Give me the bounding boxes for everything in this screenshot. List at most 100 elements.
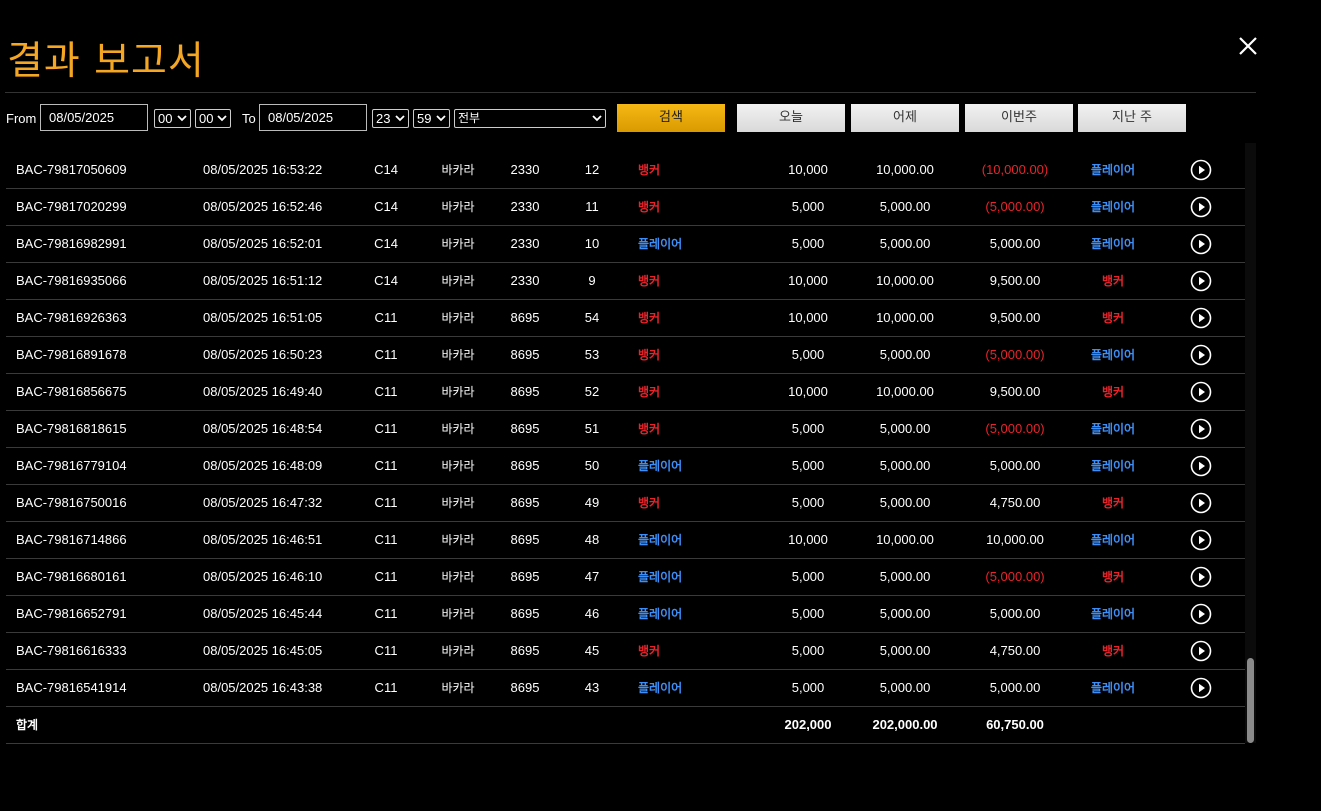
valid-bet: 5,000.00: [879, 421, 931, 436]
summary-win: 60,750.00: [986, 717, 1044, 732]
bet-amount: 10,000: [788, 273, 828, 288]
valid-bet: 10,000.00: [876, 384, 934, 399]
game-type-select[interactable]: 전부: [454, 109, 606, 128]
hand-number: 49: [584, 495, 600, 510]
to-date-input[interactable]: 08/05/2025: [259, 104, 367, 131]
valid-bet: 5,000.00: [879, 495, 931, 510]
play-replay-icon[interactable]: [1190, 677, 1212, 699]
play-replay-icon[interactable]: [1190, 381, 1212, 403]
win-loss: 9,500.00: [989, 273, 1041, 288]
bet-choice: 플레이어: [638, 459, 683, 473]
play-replay-icon[interactable]: [1190, 196, 1212, 218]
chevron-down-icon: [395, 115, 405, 122]
play-replay-icon[interactable]: [1190, 455, 1212, 477]
bet-id: BAC-79816616333: [16, 643, 127, 658]
table-row: BAC-79816982991 08/05/2025 16:52:01 C14 바카라…: [6, 226, 1245, 263]
close-icon[interactable]: [1236, 34, 1260, 58]
bet-amount: 5,000: [791, 421, 825, 436]
play-replay-icon[interactable]: [1190, 603, 1212, 625]
bet-id: BAC-79816541914: [16, 680, 127, 695]
play-replay-icon[interactable]: [1190, 344, 1212, 366]
hand-number: 54: [584, 310, 600, 325]
bet-id-cell: BAC-79817020299: [16, 189, 127, 225]
play-replay-icon[interactable]: [1190, 233, 1212, 255]
bet-id-cell: BAC-79816652791: [16, 596, 127, 632]
table-row: BAC-79816541914 08/05/2025 16:43:38 C11 바카라…: [6, 670, 1245, 707]
result: 플레이어: [1090, 237, 1136, 251]
play-replay-icon[interactable]: [1190, 159, 1212, 181]
bet-choice: 뱅커: [638, 385, 661, 399]
table-row: BAC-79816891678 08/05/2025 16:50:23 C11 바카라…: [6, 337, 1245, 374]
to-minute-select[interactable]: 59: [413, 109, 450, 128]
play-replay-icon[interactable]: [1190, 566, 1212, 588]
round-number: 8695: [510, 458, 540, 473]
play-replay-icon[interactable]: [1190, 307, 1212, 329]
valid-bet: 10,000.00: [876, 162, 934, 177]
bet-amount: 5,000: [791, 606, 825, 621]
win-loss: 10,000.00: [986, 532, 1044, 547]
bet-choice: 뱅커: [638, 422, 661, 436]
bet-id-cell: BAC-79816818615: [16, 411, 127, 447]
play-replay-icon[interactable]: [1190, 270, 1212, 292]
last-week-button[interactable]: 지난 주: [1078, 104, 1186, 132]
to-hour-value: 23: [376, 111, 391, 126]
table-row: BAC-79816680161 08/05/2025 16:46:10 C11 바카라…: [6, 559, 1245, 596]
win-loss: (5,000.00): [985, 199, 1045, 214]
bet-date: 08/05/2025 16:48:54: [203, 421, 323, 436]
this-week-button[interactable]: 이번주: [965, 104, 1073, 132]
bet-amount: 10,000: [788, 532, 828, 547]
valid-bet: 5,000.00: [879, 569, 931, 584]
round-number: 8695: [510, 680, 540, 695]
table-row: BAC-79816750016 08/05/2025 16:47:32 C11 바카라…: [6, 485, 1245, 522]
bet-id: BAC-79816982991: [16, 236, 127, 251]
hand-number: 51: [584, 421, 600, 436]
bet-choice-cell: 뱅커: [638, 374, 660, 410]
hand-number: 11: [585, 199, 599, 214]
scrollbar-track[interactable]: [1245, 143, 1256, 743]
valid-bet: 10,000.00: [876, 532, 934, 547]
bet-id-cell: BAC-79816935066: [16, 263, 127, 299]
result: 뱅커: [1101, 570, 1125, 584]
result: 뱅커: [1101, 385, 1125, 399]
result: 플레이어: [1090, 533, 1136, 547]
bet-date: 08/05/2025 16:46:51: [203, 532, 323, 547]
bet-id: BAC-79816891678: [16, 347, 127, 362]
today-button[interactable]: 오늘: [737, 104, 845, 132]
from-minute-select[interactable]: 00: [195, 109, 231, 128]
result: 플레이어: [1090, 163, 1136, 177]
scrollbar-thumb[interactable]: [1247, 658, 1254, 743]
from-hour-select[interactable]: 00: [154, 109, 191, 128]
play-replay-icon[interactable]: [1190, 640, 1212, 662]
bet-date-cell: 08/05/2025 16:45:44: [203, 596, 322, 632]
table-name: C14: [374, 162, 398, 177]
bet-id-cell: BAC-79816856675: [16, 374, 127, 410]
bet-amount: 5,000: [791, 569, 825, 584]
play-replay-icon[interactable]: [1190, 529, 1212, 551]
yesterday-button[interactable]: 어제: [851, 104, 959, 132]
play-replay-icon[interactable]: [1190, 492, 1212, 514]
from-date-input[interactable]: 08/05/2025: [40, 104, 148, 131]
bet-date: 08/05/2025 16:46:10: [203, 569, 323, 584]
bet-date: 08/05/2025 16:45:44: [203, 606, 323, 621]
result: 플레이어: [1090, 681, 1136, 695]
win-loss: 5,000.00: [989, 606, 1041, 621]
bet-choice-cell: 플레이어: [638, 226, 682, 262]
game-type-value: 전부: [458, 111, 481, 125]
to-hour-select[interactable]: 23: [372, 109, 409, 128]
table-row: BAC-79816652791 08/05/2025 16:45:44 C11 바카라…: [6, 596, 1245, 633]
bet-amount: 10,000: [788, 384, 828, 399]
play-replay-icon[interactable]: [1190, 418, 1212, 440]
bet-id-cell: BAC-79816750016: [16, 485, 127, 521]
to-label: To: [242, 111, 256, 126]
hand-number: 10: [584, 236, 600, 251]
chevron-down-icon: [177, 115, 187, 122]
valid-bet: 10,000.00: [876, 310, 934, 325]
summary-row: 합계 202,000 202,000.00 60,750.00: [6, 707, 1245, 744]
valid-bet: 5,000.00: [879, 680, 931, 695]
bet-date: 08/05/2025 16:53:22: [203, 162, 323, 177]
bet-choice: 뱅커: [638, 200, 661, 214]
table-name: C14: [374, 199, 398, 214]
bet-amount: 5,000: [791, 495, 825, 510]
search-button[interactable]: 검색: [617, 104, 725, 132]
table-name: C14: [374, 273, 398, 288]
